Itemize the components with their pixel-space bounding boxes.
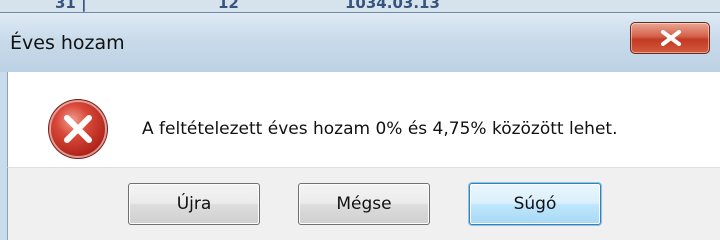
close-icon bbox=[661, 30, 681, 46]
retry-button[interactable]: Újra bbox=[128, 183, 260, 225]
cancel-button[interactable]: Mégse bbox=[298, 183, 430, 225]
close-button[interactable] bbox=[630, 22, 710, 54]
help-button[interactable]: Súgó bbox=[469, 183, 601, 225]
dialog-message: A feltételezett éves hozam 0% és 4,75% k… bbox=[142, 119, 618, 139]
background-text-1: 31 | bbox=[55, 0, 87, 12]
dialog-title: Éves hozam bbox=[10, 32, 125, 54]
error-icon bbox=[48, 99, 108, 159]
background-text-3: 1034.03.13 bbox=[345, 0, 440, 12]
dialog-titlebar[interactable]: Éves hozam bbox=[0, 12, 720, 72]
background-text-2: 12 bbox=[218, 0, 239, 12]
